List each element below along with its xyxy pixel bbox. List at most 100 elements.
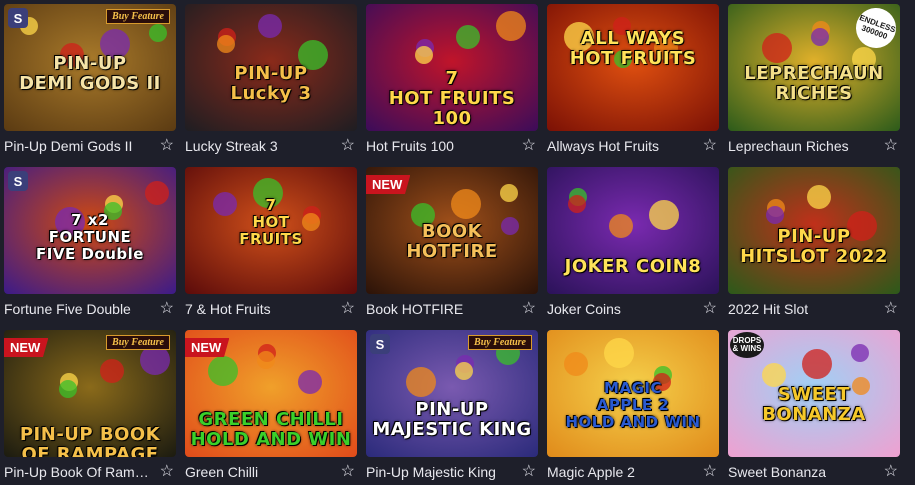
game-thumbnail[interactable]: PIN-UP HITSLOT 2022 xyxy=(728,167,900,294)
decorative-orb xyxy=(217,35,235,53)
game-info: Joker Coins ☆ xyxy=(547,294,719,322)
decorative-orb xyxy=(609,214,633,238)
game-logo-line: PIN-UP xyxy=(777,226,851,247)
game-logo-line: HOT FRUITS 100 xyxy=(388,88,516,129)
game-title[interactable]: 7 & Hot Fruits xyxy=(185,301,271,317)
game-title[interactable]: Book HOTFIRE xyxy=(366,301,463,317)
favorite-star-icon[interactable]: ☆ xyxy=(884,463,898,480)
favorite-star-icon[interactable]: ☆ xyxy=(884,137,898,154)
new-badge: NEW xyxy=(4,338,49,357)
drops-wins-badge: DROPS & WINS xyxy=(730,332,764,358)
game-card[interactable]: PIN-UP HITSLOT 2022 2022 Hit Slot ☆ xyxy=(728,167,900,321)
game-logo: LEPRECHAUN RICHES xyxy=(728,64,900,104)
game-thumbnail[interactable]: GREEN CHILLI HOLD AND WIN NEW xyxy=(185,330,357,457)
game-thumbnail[interactable]: PIN-UP DEMI GODS II Buy Feature S xyxy=(4,4,176,131)
favorite-star-icon[interactable]: ☆ xyxy=(703,463,717,480)
favorite-star-icon[interactable]: ☆ xyxy=(522,300,536,317)
favorite-star-icon[interactable]: ☆ xyxy=(522,137,536,154)
decorative-orb xyxy=(568,195,586,213)
game-thumbnail[interactable]: LEPRECHAUN RICHES ENDLESS 300000 xyxy=(728,4,900,131)
game-card[interactable]: BOOK HOTFIRE NEW Book HOTFIRE ☆ xyxy=(366,167,538,321)
game-title[interactable]: Pin-Up Demi Gods II xyxy=(4,138,132,154)
game-thumbnail[interactable]: PIN-UP MAJESTIC KING Buy Feature S xyxy=(366,330,538,457)
game-thumbnail[interactable]: 7 HOT FRUITS xyxy=(185,167,357,294)
favorite-star-icon[interactable]: ☆ xyxy=(522,463,536,480)
game-card[interactable]: LEPRECHAUN RICHES ENDLESS 300000 Leprechaun… xyxy=(728,4,900,158)
game-card[interactable]: PIN-UP DEMI GODS II Buy Feature S Pin-Up Dem… xyxy=(4,4,176,158)
game-title[interactable]: Lucky Streak 3 xyxy=(185,138,278,154)
game-thumbnail[interactable]: BOOK HOTFIRE NEW xyxy=(366,167,538,294)
favorite-star-icon[interactable]: ☆ xyxy=(341,300,355,317)
decorative-orb xyxy=(496,11,526,41)
game-title[interactable]: Pin-Up Book Of Ramp… xyxy=(4,464,149,480)
game-info: Allways Hot Fruits ☆ xyxy=(547,131,719,159)
favorite-star-icon[interactable]: ☆ xyxy=(341,463,355,480)
game-card[interactable]: PIN-UP BOOK OF RAMPAGE NEW Buy Feature Pin-… xyxy=(4,330,176,484)
game-title[interactable]: Sweet Bonanza xyxy=(728,464,826,480)
game-thumbnail[interactable]: 7 HOT FRUITS 100 xyxy=(366,4,538,131)
game-thumbnail[interactable]: PIN-UP Lucky 3 xyxy=(185,4,357,131)
decorative-orb xyxy=(415,46,433,64)
favorite-star-icon[interactable]: ☆ xyxy=(160,300,174,317)
favorite-star-icon[interactable]: ☆ xyxy=(703,300,717,317)
game-title[interactable]: 2022 Hit Slot xyxy=(728,301,808,317)
game-thumbnail[interactable]: 7 x2 FORTUNE FIVE Double S xyxy=(4,167,176,294)
game-card[interactable]: JOKER COIN8 Joker Coins ☆ xyxy=(547,167,719,321)
provider-badge: S xyxy=(8,171,28,191)
game-logo-line: BONANZA xyxy=(762,404,866,425)
game-title[interactable]: Leprechaun Riches xyxy=(728,138,849,154)
decorative-orb xyxy=(802,349,832,379)
game-title[interactable]: Fortune Five Double xyxy=(4,301,131,317)
game-card[interactable]: PIN-UP Lucky 3 Lucky Streak 3 ☆ xyxy=(185,4,357,158)
new-badge: NEW xyxy=(366,175,411,194)
game-logo: SWEET BONANZA xyxy=(728,385,900,425)
game-thumbnail[interactable]: SWEET BONANZA DROPS & WINS xyxy=(728,330,900,457)
favorite-star-icon[interactable]: ☆ xyxy=(703,137,717,154)
game-info: Book HOTFIRE ☆ xyxy=(366,294,538,322)
game-card[interactable]: GREEN CHILLI HOLD AND WIN NEW Green Chilli ☆ xyxy=(185,330,357,484)
game-info: Sweet Bonanza ☆ xyxy=(728,457,900,485)
game-card[interactable]: 7 HOT FRUITS 100 Hot Fruits 100 ☆ xyxy=(366,4,538,158)
game-logo-line: Lucky 3 xyxy=(230,83,312,104)
game-logo-line: 7 xyxy=(445,68,459,89)
decorative-orb xyxy=(208,356,238,386)
game-card[interactable]: 7 x2 FORTUNE FIVE Double S Fortune Five Doub… xyxy=(4,167,176,321)
game-logo-line: FIVE Double xyxy=(36,244,144,263)
decorative-orb xyxy=(811,28,829,46)
favorite-star-icon[interactable]: ☆ xyxy=(341,137,355,154)
game-card[interactable]: SWEET BONANZA DROPS & WINS Sweet Bonanza ☆ xyxy=(728,330,900,484)
game-thumbnail[interactable]: MAGIC APPLE 2 HOLD AND WIN xyxy=(547,330,719,457)
decorative-orb xyxy=(145,181,169,205)
game-title[interactable]: Magic Apple 2 xyxy=(547,464,635,480)
game-logo-line: GREEN CHILLI xyxy=(198,409,344,430)
game-title[interactable]: Joker Coins xyxy=(547,301,621,317)
game-logo: MAGIC APPLE 2 HOLD AND WIN xyxy=(547,378,719,431)
decorative-orb xyxy=(500,184,518,202)
game-info: Pin-Up Book Of Ramp… ☆ xyxy=(4,457,176,485)
decorative-orb xyxy=(807,185,831,209)
game-logo-line: JOKER COIN8 xyxy=(564,256,702,277)
game-logo-line: BOOK xyxy=(421,221,483,242)
game-card[interactable]: PIN-UP MAJESTIC KING Buy Feature S Pin-Up Ma… xyxy=(366,330,538,484)
buy-feature-badge: Buy Feature xyxy=(106,9,170,24)
game-thumbnail[interactable]: ALL WAYS HOT FRUITS xyxy=(547,4,719,131)
decorative-orb xyxy=(762,33,792,63)
game-logo: PIN-UP BOOK OF RAMPAGE xyxy=(4,425,176,458)
favorite-star-icon[interactable]: ☆ xyxy=(160,137,174,154)
decorative-orb xyxy=(149,24,167,42)
game-card[interactable]: MAGIC APPLE 2 HOLD AND WIN Magic Apple 2 ☆ xyxy=(547,330,719,484)
game-card[interactable]: ALL WAYS HOT FRUITS Allways Hot Fruits ☆ xyxy=(547,4,719,158)
game-card[interactable]: 7 HOT FRUITS 7 & Hot Fruits ☆ xyxy=(185,167,357,321)
game-title[interactable]: Allways Hot Fruits xyxy=(547,138,659,154)
game-logo-line: MAGIC xyxy=(604,378,662,397)
favorite-star-icon[interactable]: ☆ xyxy=(160,463,174,480)
game-thumbnail[interactable]: PIN-UP BOOK OF RAMPAGE NEW Buy Feature xyxy=(4,330,176,457)
game-title[interactable]: Hot Fruits 100 xyxy=(366,138,454,154)
game-thumbnail[interactable]: JOKER COIN8 xyxy=(547,167,719,294)
game-title[interactable]: Pin-Up Majestic King xyxy=(366,464,496,480)
game-logo-line: APPLE 2 xyxy=(596,395,670,414)
game-logo-line: HOLD AND WIN xyxy=(190,429,352,450)
favorite-star-icon[interactable]: ☆ xyxy=(884,300,898,317)
game-title[interactable]: Green Chilli xyxy=(185,464,258,480)
game-logo-line: 7 xyxy=(265,195,277,214)
